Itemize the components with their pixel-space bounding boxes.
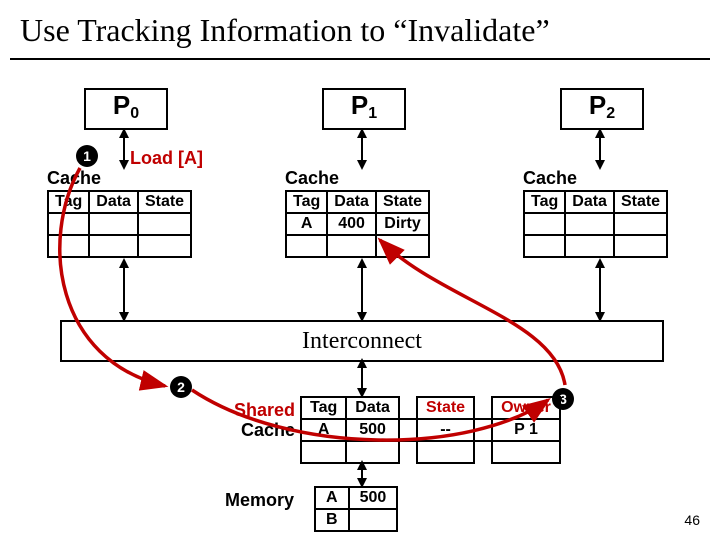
shared-cache-table: TagDataStateOwner A500--P 1 bbox=[300, 396, 561, 464]
page-number: 46 bbox=[684, 512, 700, 528]
interconnect-box: Interconnect bbox=[60, 320, 664, 362]
table-row bbox=[524, 235, 667, 257]
connector bbox=[123, 260, 125, 320]
arrow-down-icon bbox=[119, 160, 129, 170]
cache-label-p1: Cache bbox=[285, 168, 339, 189]
table-row bbox=[48, 235, 191, 257]
table-row: A500 bbox=[315, 487, 397, 509]
processor-p1: P1 bbox=[322, 88, 406, 130]
cache-label-p0: Cache bbox=[47, 168, 101, 189]
memory-table: A500 B bbox=[314, 486, 398, 532]
arrow-up-icon bbox=[357, 358, 367, 368]
step-badge-1: 1 bbox=[76, 145, 98, 167]
table-row bbox=[48, 213, 191, 235]
proc-label: P bbox=[113, 90, 130, 120]
proc-label: P bbox=[589, 90, 606, 120]
cache-label-p2: Cache bbox=[523, 168, 577, 189]
arrow-up-icon bbox=[357, 128, 367, 138]
table-row: B bbox=[315, 509, 397, 531]
cache-table-p1: TagDataState A400Dirty bbox=[285, 190, 430, 258]
table-row bbox=[524, 213, 667, 235]
table-row bbox=[286, 235, 429, 257]
step-badge-2: 2 bbox=[170, 376, 192, 398]
shared-cache-label: Shared Cache bbox=[225, 400, 295, 440]
cache-table-p0: TagDataState bbox=[47, 190, 192, 258]
processor-p0: P0 bbox=[84, 88, 168, 130]
cache-table-p2: TagDataState bbox=[523, 190, 668, 258]
table-row: A400Dirty bbox=[286, 213, 429, 235]
arrow-up-icon bbox=[357, 460, 367, 470]
arrow-up-icon bbox=[119, 128, 129, 138]
table-row bbox=[301, 441, 560, 463]
proc-label: P bbox=[351, 90, 368, 120]
load-op-label: Load [A] bbox=[130, 148, 203, 169]
memory-label: Memory bbox=[225, 490, 294, 511]
arrow-up-icon bbox=[595, 258, 605, 268]
arrow-up-icon bbox=[595, 128, 605, 138]
title-rule bbox=[10, 58, 710, 60]
connector bbox=[361, 260, 363, 320]
connector bbox=[599, 260, 601, 320]
processor-p2: P2 bbox=[560, 88, 644, 130]
arrow-up-icon bbox=[119, 258, 129, 268]
arrow-down-icon bbox=[357, 160, 367, 170]
arrow-down-icon bbox=[595, 160, 605, 170]
table-row: A500--P 1 bbox=[301, 419, 560, 441]
slide: Use Tracking Information to “Invalidate”… bbox=[0, 0, 720, 540]
arrow-up-icon bbox=[357, 258, 367, 268]
slide-title: Use Tracking Information to “Invalidate” bbox=[20, 12, 550, 49]
